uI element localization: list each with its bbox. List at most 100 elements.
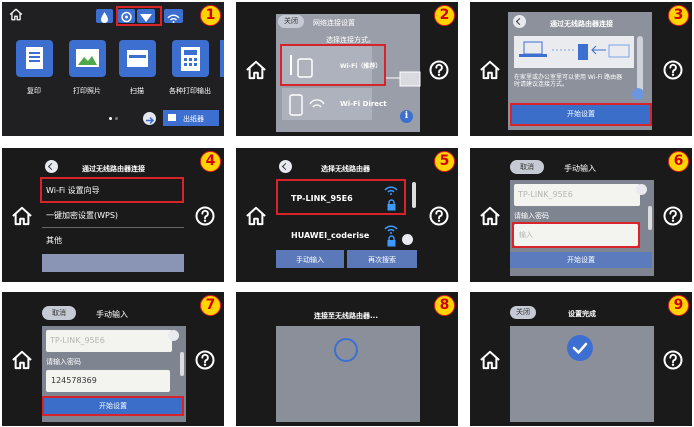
step-number-badge: 2 [434, 5, 455, 26]
close-button[interactable]: 关闭 [278, 15, 304, 28]
scroll-down-icon[interactable] [632, 88, 644, 100]
panel-step-1: 1 复印 打印照片 扫描 各种打印输出 出纸器 [2, 2, 224, 136]
router-connection-description: 在家里或办公室里可以使用 Wi-Fi 路由器时请建议连接方式。 [514, 74, 623, 88]
start-setup-highlight [42, 396, 184, 416]
copy-label: 复印 [27, 87, 41, 95]
password-field-highlight [512, 222, 640, 248]
next-arrow-button[interactable] [143, 112, 156, 125]
tplink-network-highlight [276, 179, 406, 215]
ssid-field[interactable]: TP-LINK_95E6 [514, 184, 640, 206]
password-prompt: 请输入密码 [514, 212, 549, 220]
info-icon[interactable] [636, 184, 647, 195]
network-setup-title: 网络连接设置 [313, 19, 355, 27]
rescan-label: 再次搜索 [368, 256, 396, 264]
help-icon[interactable] [195, 350, 215, 370]
back-button[interactable] [45, 160, 58, 173]
help-icon[interactable] [195, 206, 215, 226]
scroll-down-icon[interactable] [402, 234, 413, 245]
wifi-direct-icon[interactable] [164, 9, 183, 23]
router-connection-title: 通过无线路由器连接 [82, 165, 145, 173]
step-number-badge: 5 [434, 151, 455, 172]
panel-step-7: 7 取消 手动输入 TP-LINK_95E6 请输入密码 124578369 开… [2, 292, 224, 426]
home-icon[interactable] [479, 350, 501, 370]
step-number-badge: 1 [200, 5, 221, 26]
network-item-huawei[interactable]: HUAWEI_coderise [276, 224, 408, 247]
password-prompt: 请输入密码 [46, 358, 81, 366]
router-connection-title: 通过无线路由器连接 [550, 20, 613, 28]
ink-drop-icon[interactable] [96, 9, 113, 23]
calculator-icon [171, 40, 209, 77]
help-icon[interactable] [429, 60, 449, 80]
step-number-badge: 7 [200, 295, 221, 316]
wifi-setup-wizard-highlight [40, 177, 184, 203]
lock-icon [387, 235, 396, 247]
empty-list-slot [42, 254, 184, 272]
print-photo-tile[interactable]: 打印照片 [62, 40, 112, 96]
close-button[interactable]: 关闭 [510, 306, 536, 319]
manual-entry-title: 手动输入 [564, 164, 596, 173]
panel-step-4: 4 通过无线路由器连接 Wi-Fi 设置向导 一键加密设置(WPS) 其他 [2, 148, 224, 282]
help-icon[interactable] [429, 206, 449, 226]
form-scrollbar[interactable] [180, 352, 184, 376]
step-number-badge: 3 [668, 5, 689, 26]
printer-diagram [386, 71, 421, 87]
panel-step-6: 6 取消 手动输入 TP-LINK_95E6 请输入密码 输入 开始设置 [470, 148, 692, 282]
wps-setup-item[interactable]: 一键加密设置(WPS) [42, 203, 184, 228]
password-value: 124578369 [51, 376, 97, 385]
various-print-tile[interactable]: 各种打印输出 [163, 40, 217, 96]
home-icon[interactable] [479, 206, 501, 226]
info-icon[interactable] [168, 330, 179, 341]
back-button[interactable] [279, 160, 292, 173]
info-icon[interactable]: i [400, 110, 413, 123]
next-tile-edge [220, 40, 224, 77]
home-icon[interactable] [245, 206, 267, 226]
page-indicator [109, 117, 112, 120]
wifi-option-highlight [280, 44, 386, 86]
step-number-badge: 9 [668, 295, 689, 316]
scan-tile[interactable]: 扫描 [115, 40, 159, 96]
help-icon[interactable] [663, 350, 683, 370]
home-icon[interactable] [11, 206, 33, 226]
rescan-button[interactable]: 再次搜索 [347, 250, 417, 268]
home-icon[interactable] [479, 60, 501, 80]
home-icon[interactable] [11, 350, 33, 370]
home-icon[interactable] [245, 60, 267, 80]
password-field[interactable]: 124578369 [46, 370, 170, 392]
other-setup-item[interactable]: 其他 [42, 228, 184, 252]
ssid-value: TP-LINK_95E6 [518, 190, 573, 199]
paper-exit-button[interactable]: 出纸器 [163, 110, 219, 126]
list-scrollbar[interactable] [412, 182, 416, 208]
ssid-value: TP-LINK_95E6 [50, 336, 105, 345]
help-icon[interactable] [663, 206, 683, 226]
success-check-icon [567, 335, 593, 361]
step-number-badge: 4 [200, 151, 221, 172]
connection-illustration [514, 36, 634, 68]
start-setup-highlight [510, 103, 652, 126]
start-setup-button[interactable]: 开始设置 [510, 252, 652, 268]
network-ssid: HUAWEI_coderise [291, 231, 370, 240]
back-button[interactable] [513, 15, 526, 28]
setup-complete-title: 设置完成 [568, 310, 596, 318]
main-menu-tiles: 复印 打印照片 扫描 各种打印输出 [12, 40, 224, 100]
step-number-badge: 6 [668, 151, 689, 172]
scrollbar-track[interactable] [637, 36, 643, 92]
copy-icon [15, 40, 53, 77]
copy-tile[interactable]: 复印 [12, 40, 56, 96]
manual-entry-title: 手动输入 [96, 310, 128, 319]
wifi-direct-option-label: Wi-Fi Direct [340, 100, 387, 108]
select-router-title: 选择无线路由器 [321, 165, 370, 173]
step-number-badge: 8 [434, 295, 455, 316]
form-scrollbar[interactable] [648, 206, 652, 230]
scan-label: 扫描 [130, 87, 144, 95]
panel-step-5: 5 选择无线路由器 TP-LINK_95E6 HUAWEI_coderise 手… [236, 148, 458, 282]
help-icon[interactable] [663, 60, 683, 80]
paper-exit-label: 出纸器 [183, 115, 204, 123]
loading-spinner-icon [334, 338, 358, 362]
ssid-field[interactable]: TP-LINK_95E6 [46, 330, 172, 352]
manual-entry-button[interactable]: 手动输入 [276, 250, 344, 268]
cancel-button[interactable]: 取消 [510, 160, 544, 174]
wifi-signal-icon [384, 225, 398, 234]
home-icon[interactable] [9, 8, 23, 21]
photo-icon [68, 40, 106, 77]
cancel-button[interactable]: 取消 [42, 306, 76, 320]
